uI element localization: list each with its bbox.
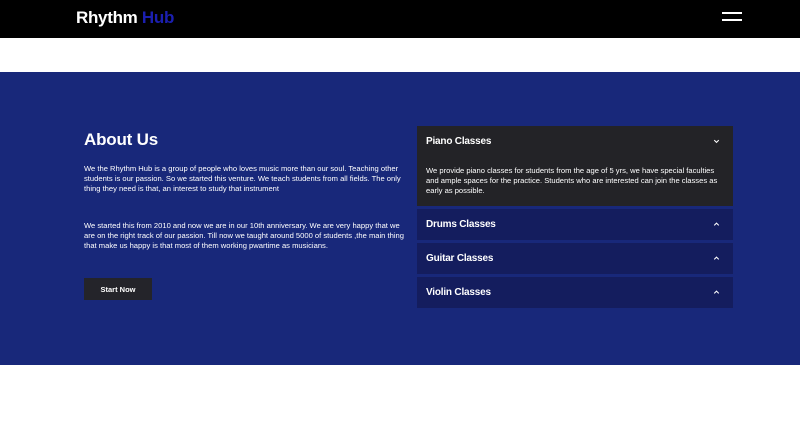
accordion-item-drums: Drums Classes — [417, 208, 733, 240]
accordion-item-guitar: Guitar Classes — [417, 242, 733, 274]
chevron-down-icon — [713, 139, 720, 144]
about-section: About Us We the Rhythm Hub is a group of… — [0, 72, 800, 365]
accordion-title: Violin Classes — [426, 286, 491, 298]
chevron-up-icon — [713, 221, 720, 226]
chevron-up-icon — [713, 255, 720, 260]
brand-primary-text: Rhythm — [76, 8, 138, 27]
accordion-title: Drums Classes — [426, 218, 496, 230]
accordion-body-piano: We provide piano classes for students fr… — [417, 157, 733, 206]
accordion-header-guitar[interactable]: Guitar Classes — [417, 242, 733, 274]
hamburger-line — [722, 19, 742, 21]
about-paragraph-2: We started this from 2010 and now we are… — [84, 221, 404, 251]
chevron-up-icon — [713, 289, 720, 294]
start-now-button[interactable]: Start Now — [84, 278, 152, 300]
accordion-title: Guitar Classes — [426, 252, 494, 264]
brand-accent-text: Hub — [141, 8, 175, 27]
accordion-header-drums[interactable]: Drums Classes — [417, 208, 733, 240]
accordion-header-piano[interactable]: Piano Classes — [417, 126, 733, 157]
accordion-title: Piano Classes — [426, 136, 492, 147]
accordion-header-violin[interactable]: Violin Classes — [417, 276, 733, 308]
accordion-item-violin: Violin Classes — [417, 276, 733, 308]
about-title: About Us — [84, 130, 158, 149]
top-navbar: Rhythm Hub — [0, 0, 800, 38]
about-paragraph-1: We the Rhythm Hub is a group of people w… — [84, 164, 401, 194]
hamburger-menu-icon[interactable] — [722, 10, 742, 24]
hamburger-line — [722, 12, 742, 14]
accordion-item-piano: Piano Classes We provide piano classes f… — [417, 126, 733, 206]
brand-logo[interactable]: Rhythm Hub — [76, 8, 174, 28]
classes-accordion: Piano Classes We provide piano classes f… — [417, 126, 733, 311]
